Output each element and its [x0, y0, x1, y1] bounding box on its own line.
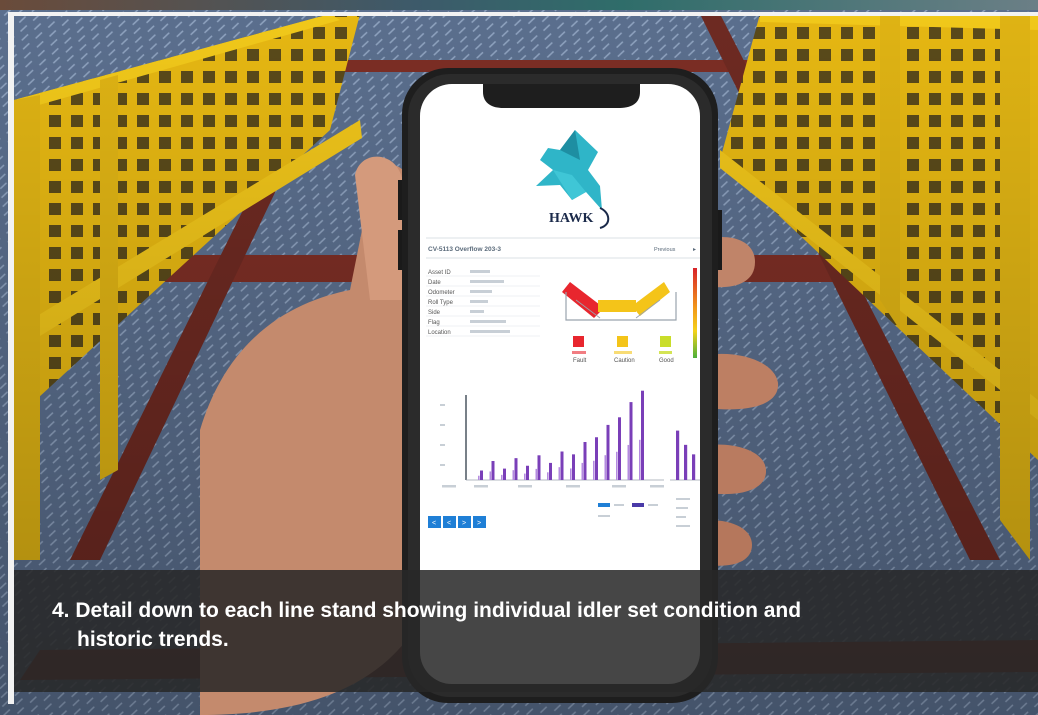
trend-bar-low [604, 455, 607, 480]
detail-label: Side [428, 310, 441, 316]
trend-bar [595, 437, 598, 480]
asset-details-list: Asset ID Date Odometer Roll Type Side Flag Loc… [428, 270, 455, 336]
screen-title: CV-5113 Overflow 203-3 [428, 246, 501, 253]
pagination-button[interactable]: < [428, 516, 441, 528]
top-strip [0, 0, 1038, 10]
trend-bar-low [593, 460, 595, 480]
svg-text:>: > [462, 520, 466, 527]
detail-label: Flag [428, 320, 440, 326]
trend-bar [480, 470, 483, 480]
pagination-button[interactable]: > [458, 516, 471, 528]
trend-bar-low [478, 475, 480, 480]
svg-text:>: > [477, 520, 481, 527]
trend-bar-low [570, 468, 572, 480]
trend-bar-low [627, 444, 630, 480]
trend-bar [572, 454, 575, 480]
detail-label: Odometer [428, 290, 455, 296]
trend-bar [514, 458, 518, 480]
trend-chart [478, 390, 644, 480]
caption-line-1: 4. Detail down to each line stand showin… [52, 599, 802, 622]
side-trend-bar [692, 454, 696, 480]
detail-label: Asset ID [428, 270, 451, 276]
trend-bar-low [547, 472, 549, 480]
svg-text:<: < [447, 520, 451, 527]
trend-bar [549, 462, 552, 480]
trend-bar-low [535, 468, 538, 480]
condition-legend: Fault Caution Good [573, 358, 674, 364]
trend-bar-low [558, 467, 561, 480]
pagination-buttons: < < > > [428, 516, 486, 528]
trend-bar [491, 461, 495, 480]
caption-line-2: historic trends. [77, 628, 229, 651]
caption-text: 4. Detail down to each line stand showin… [52, 596, 1012, 654]
trend-bar-low [581, 462, 584, 480]
trend-bar [537, 455, 541, 480]
legend-label: Fault [573, 358, 587, 364]
trend-bar [606, 424, 610, 480]
trend-bar-low [616, 451, 618, 480]
trend-bar-low [639, 439, 641, 480]
pagination-button[interactable]: > [473, 516, 486, 528]
pagination-button[interactable]: < [443, 516, 456, 528]
trend-bar [526, 465, 529, 480]
side-trend-bar [676, 430, 680, 480]
trend-bar [560, 451, 564, 480]
trend-bar [618, 417, 621, 480]
svg-text:<: < [432, 520, 436, 527]
legend-label: Good [659, 358, 674, 364]
previous-link[interactable]: Previous [654, 247, 676, 253]
next-arrow-icon: ▸ [693, 247, 696, 253]
trend-bar-low [489, 471, 492, 480]
detail-label: Location [428, 330, 451, 336]
trend-bar-low [524, 473, 526, 480]
legend-label: Caution [614, 358, 635, 364]
trend-bar [583, 442, 587, 480]
trend-bar [641, 390, 644, 480]
trend-bar [629, 402, 633, 480]
detail-label: Roll Type [428, 300, 454, 306]
side-trend-bar [684, 444, 688, 480]
trend-bar [503, 468, 506, 480]
frame-top-border [8, 12, 1038, 16]
detail-label: Date [428, 280, 441, 286]
side-trend-chart [676, 430, 696, 480]
trend-bar-low [501, 474, 503, 480]
screenshot-scene: HAWK CV-5113 Overflow 203-3 Previous ▸ A… [0, 0, 1038, 715]
trend-bar-low [512, 470, 515, 480]
